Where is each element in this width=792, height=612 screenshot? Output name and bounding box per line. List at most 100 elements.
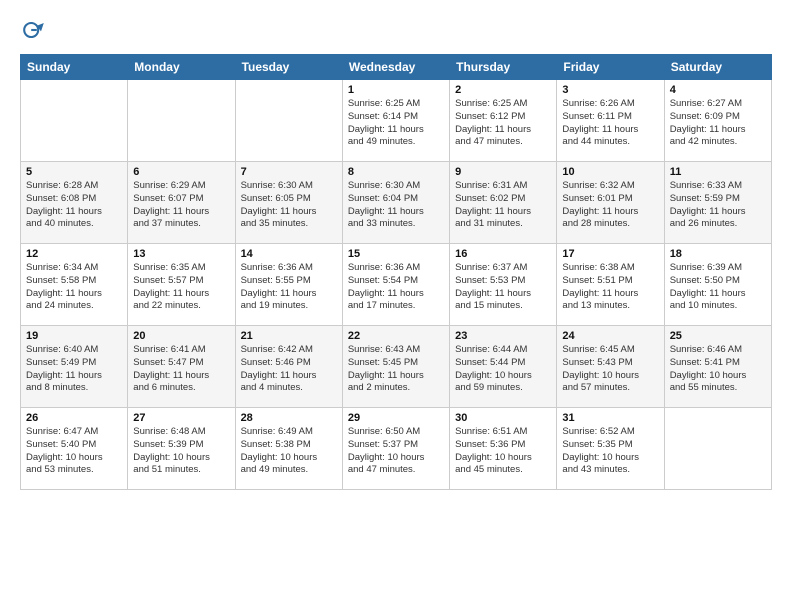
weekday-header-row: SundayMondayTuesdayWednesdayThursdayFrid… <box>21 55 772 80</box>
day-number: 13 <box>133 248 229 260</box>
day-info: Sunrise: 6:28 AM Sunset: 6:08 PM Dayligh… <box>26 180 122 231</box>
calendar-cell: 16 Sunrise: 6:37 AM Sunset: 5:53 PM Dayli… <box>450 244 557 326</box>
calendar-cell: 26Sunrise: 6:47 AM Sunset: 5:40 PM Dayli… <box>21 408 128 490</box>
day-number: 2 <box>455 84 551 96</box>
day-number: 5 <box>26 166 122 178</box>
day-number: 29 <box>348 412 444 424</box>
day-info: Sunrise: 6:30 AM Sunset: 6:04 PM Dayligh… <box>348 180 444 231</box>
day-number: 17 <box>562 248 658 260</box>
calendar-cell: 2Sunrise: 6:25 AM Sunset: 6:12 PM Daylig… <box>450 80 557 162</box>
calendar-cell: 20 Sunrise: 6:41 AM Sunset: 5:47 PM Dayli… <box>128 326 235 408</box>
calendar-cell: 4 Sunrise: 6:27 AM Sunset: 6:09 PM Daylig… <box>664 80 771 162</box>
day-number: 4 <box>670 84 766 96</box>
day-number: 9 <box>455 166 551 178</box>
weekday-header-monday: Monday <box>128 55 235 80</box>
day-info: Sunrise: 6:43 AM Sunset: 5:45 PM Dayligh… <box>348 344 444 395</box>
day-number: 19 <box>26 330 122 342</box>
day-info: Sunrise: 6:45 AM Sunset: 5:43 PM Dayligh… <box>562 344 658 395</box>
page-container: SundayMondayTuesdayWednesdayThursdayFrid… <box>0 0 792 500</box>
calendar-cell: 29 Sunrise: 6:50 AM Sunset: 5:37 PM Dayli… <box>342 408 449 490</box>
calendar-cell <box>128 80 235 162</box>
calendar-cell: 7 Sunrise: 6:30 AM Sunset: 6:05 PM Daylig… <box>235 162 342 244</box>
day-info: Sunrise: 6:26 AM Sunset: 6:11 PM Dayligh… <box>562 98 658 149</box>
calendar-week-2: 5 Sunrise: 6:28 AM Sunset: 6:08 PM Daylig… <box>21 162 772 244</box>
day-number: 10 <box>562 166 658 178</box>
calendar-week-5: 26Sunrise: 6:47 AM Sunset: 5:40 PM Dayli… <box>21 408 772 490</box>
calendar-cell: 3 Sunrise: 6:26 AM Sunset: 6:11 PM Daylig… <box>557 80 664 162</box>
weekday-header-tuesday: Tuesday <box>235 55 342 80</box>
header <box>20 16 772 44</box>
calendar-cell: 21Sunrise: 6:42 AM Sunset: 5:46 PM Dayli… <box>235 326 342 408</box>
calendar-cell: 11 Sunrise: 6:33 AM Sunset: 5:59 PM Dayli… <box>664 162 771 244</box>
calendar-table: SundayMondayTuesdayWednesdayThursdayFrid… <box>20 54 772 490</box>
day-info: Sunrise: 6:41 AM Sunset: 5:47 PM Dayligh… <box>133 344 229 395</box>
day-number: 14 <box>241 248 337 260</box>
day-info: Sunrise: 6:46 AM Sunset: 5:41 PM Dayligh… <box>670 344 766 395</box>
calendar-cell: 22Sunrise: 6:43 AM Sunset: 5:45 PM Dayli… <box>342 326 449 408</box>
day-info: Sunrise: 6:36 AM Sunset: 5:54 PM Dayligh… <box>348 262 444 313</box>
day-number: 12 <box>26 248 122 260</box>
day-number: 30 <box>455 412 551 424</box>
weekday-header-saturday: Saturday <box>664 55 771 80</box>
day-number: 31 <box>562 412 658 424</box>
day-number: 27 <box>133 412 229 424</box>
calendar-cell: 25 Sunrise: 6:46 AM Sunset: 5:41 PM Dayli… <box>664 326 771 408</box>
day-info: Sunrise: 6:37 AM Sunset: 5:53 PM Dayligh… <box>455 262 551 313</box>
day-number: 18 <box>670 248 766 260</box>
calendar-week-1: 1Sunrise: 6:25 AM Sunset: 6:14 PM Daylig… <box>21 80 772 162</box>
day-info: Sunrise: 6:38 AM Sunset: 5:51 PM Dayligh… <box>562 262 658 313</box>
day-number: 16 <box>455 248 551 260</box>
day-number: 7 <box>241 166 337 178</box>
calendar-week-3: 12 Sunrise: 6:34 AM Sunset: 5:58 PM Dayli… <box>21 244 772 326</box>
weekday-header-wednesday: Wednesday <box>342 55 449 80</box>
day-info: Sunrise: 6:27 AM Sunset: 6:09 PM Dayligh… <box>670 98 766 149</box>
day-info: Sunrise: 6:33 AM Sunset: 5:59 PM Dayligh… <box>670 180 766 231</box>
calendar-cell: 9 Sunrise: 6:31 AM Sunset: 6:02 PM Daylig… <box>450 162 557 244</box>
day-info: Sunrise: 6:40 AM Sunset: 5:49 PM Dayligh… <box>26 344 122 395</box>
calendar-cell <box>664 408 771 490</box>
day-info: Sunrise: 6:48 AM Sunset: 5:39 PM Dayligh… <box>133 426 229 477</box>
calendar-body: 1Sunrise: 6:25 AM Sunset: 6:14 PM Daylig… <box>21 80 772 490</box>
logo <box>20 16 52 44</box>
day-info: Sunrise: 6:25 AM Sunset: 6:14 PM Dayligh… <box>348 98 444 149</box>
calendar-cell: 12 Sunrise: 6:34 AM Sunset: 5:58 PM Dayli… <box>21 244 128 326</box>
weekday-header-thursday: Thursday <box>450 55 557 80</box>
day-info: Sunrise: 6:36 AM Sunset: 5:55 PM Dayligh… <box>241 262 337 313</box>
day-info: Sunrise: 6:39 AM Sunset: 5:50 PM Dayligh… <box>670 262 766 313</box>
day-number: 20 <box>133 330 229 342</box>
day-info: Sunrise: 6:42 AM Sunset: 5:46 PM Dayligh… <box>241 344 337 395</box>
calendar-cell: 8 Sunrise: 6:30 AM Sunset: 6:04 PM Daylig… <box>342 162 449 244</box>
day-info: Sunrise: 6:30 AM Sunset: 6:05 PM Dayligh… <box>241 180 337 231</box>
day-number: 26 <box>26 412 122 424</box>
day-number: 24 <box>562 330 658 342</box>
day-info: Sunrise: 6:34 AM Sunset: 5:58 PM Dayligh… <box>26 262 122 313</box>
calendar-cell <box>21 80 128 162</box>
day-info: Sunrise: 6:50 AM Sunset: 5:37 PM Dayligh… <box>348 426 444 477</box>
day-info: Sunrise: 6:44 AM Sunset: 5:44 PM Dayligh… <box>455 344 551 395</box>
calendar-cell: 6Sunrise: 6:29 AM Sunset: 6:07 PM Daylig… <box>128 162 235 244</box>
day-number: 25 <box>670 330 766 342</box>
day-number: 28 <box>241 412 337 424</box>
calendar-cell <box>235 80 342 162</box>
calendar-cell: 19 Sunrise: 6:40 AM Sunset: 5:49 PM Dayli… <box>21 326 128 408</box>
weekday-header-friday: Friday <box>557 55 664 80</box>
calendar-cell: 30 Sunrise: 6:51 AM Sunset: 5:36 PM Dayli… <box>450 408 557 490</box>
day-info: Sunrise: 6:51 AM Sunset: 5:36 PM Dayligh… <box>455 426 551 477</box>
calendar-cell: 31 Sunrise: 6:52 AM Sunset: 5:35 PM Dayli… <box>557 408 664 490</box>
calendar-cell: 28Sunrise: 6:49 AM Sunset: 5:38 PM Dayli… <box>235 408 342 490</box>
calendar-week-4: 19 Sunrise: 6:40 AM Sunset: 5:49 PM Dayli… <box>21 326 772 408</box>
day-info: Sunrise: 6:35 AM Sunset: 5:57 PM Dayligh… <box>133 262 229 313</box>
day-info: Sunrise: 6:29 AM Sunset: 6:07 PM Dayligh… <box>133 180 229 231</box>
calendar-cell: 1Sunrise: 6:25 AM Sunset: 6:14 PM Daylig… <box>342 80 449 162</box>
day-info: Sunrise: 6:52 AM Sunset: 5:35 PM Dayligh… <box>562 426 658 477</box>
calendar-header: SundayMondayTuesdayWednesdayThursdayFrid… <box>21 55 772 80</box>
day-number: 8 <box>348 166 444 178</box>
day-info: Sunrise: 6:32 AM Sunset: 6:01 PM Dayligh… <box>562 180 658 231</box>
calendar-cell: 17 Sunrise: 6:38 AM Sunset: 5:51 PM Dayli… <box>557 244 664 326</box>
calendar-cell: 15Sunrise: 6:36 AM Sunset: 5:54 PM Dayli… <box>342 244 449 326</box>
day-info: Sunrise: 6:31 AM Sunset: 6:02 PM Dayligh… <box>455 180 551 231</box>
calendar-cell: 14 Sunrise: 6:36 AM Sunset: 5:55 PM Dayli… <box>235 244 342 326</box>
calendar-cell: 18 Sunrise: 6:39 AM Sunset: 5:50 PM Dayli… <box>664 244 771 326</box>
day-number: 11 <box>670 166 766 178</box>
day-number: 3 <box>562 84 658 96</box>
